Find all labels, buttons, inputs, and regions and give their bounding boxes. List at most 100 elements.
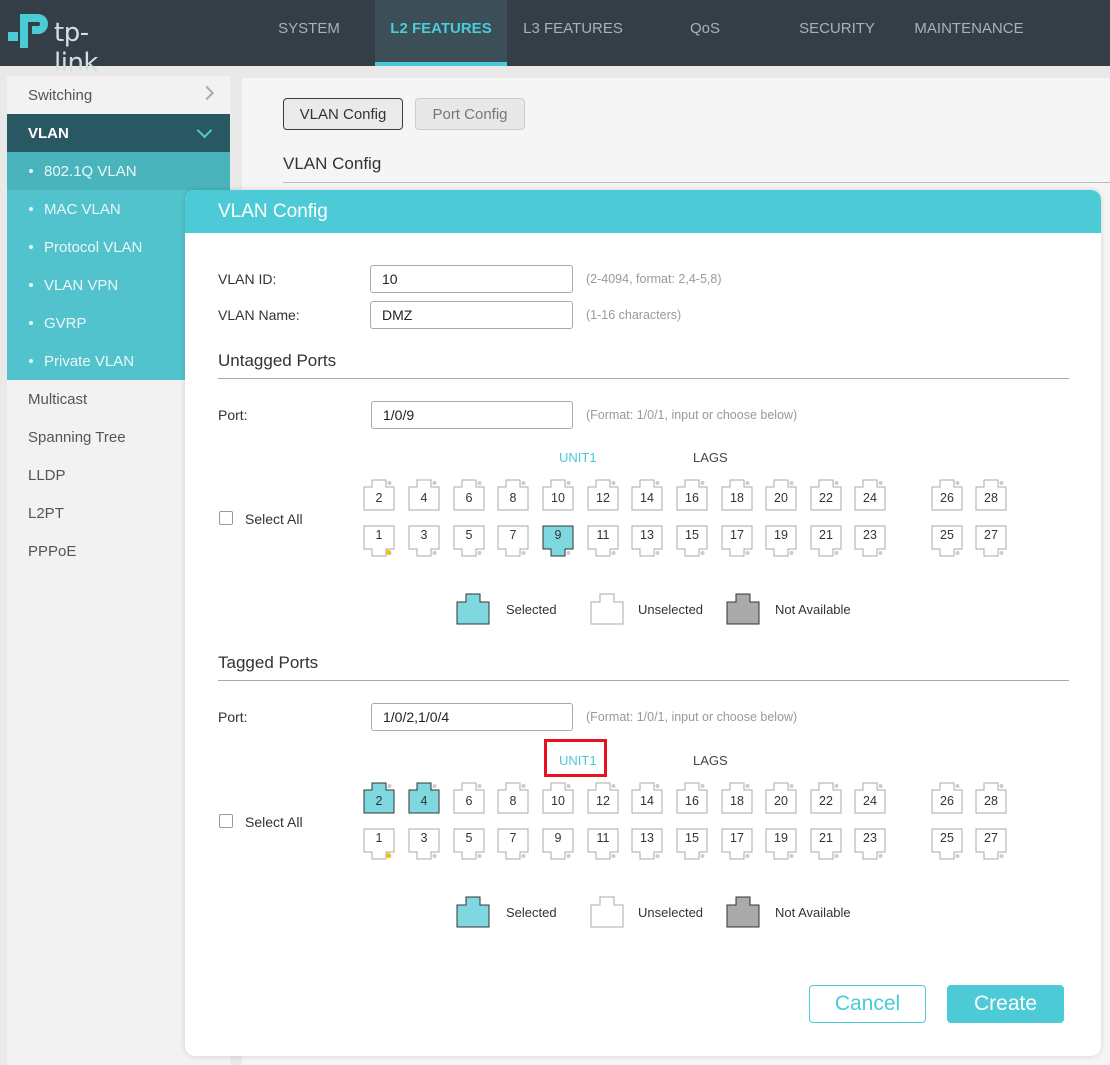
port-selected-icon [456,896,490,928]
port-21[interactable]: 21 [810,828,842,860]
port-13[interactable]: 13 [631,525,663,557]
logo-text: tp-link [54,18,98,78]
port-2[interactable]: 2 [363,782,395,814]
tagged-select-all-checkbox[interactable] [219,814,233,828]
port-19[interactable]: 19 [765,525,797,557]
sidebar-item-label: 802.1Q VLAN [44,162,137,180]
port-number: 6 [465,794,473,808]
port-number: 15 [685,831,699,845]
vlan-id-hint: (2-4094, format: 2,4-5,8) [586,272,722,286]
port-9[interactable]: 9 [542,525,574,557]
nav-security[interactable]: SECURITY [771,0,903,66]
vlan-id-input[interactable]: 10 [370,265,573,293]
untagged-select-all-checkbox[interactable] [219,511,233,525]
port-14[interactable]: 14 [631,782,663,814]
port-11[interactable]: 11 [587,828,619,860]
port-19[interactable]: 19 [765,828,797,860]
untagged-port-label: Port: [218,407,248,423]
unit1-label: UNIT1 [559,450,597,465]
port-10[interactable]: 10 [542,782,574,814]
port-number: 13 [640,528,654,542]
nav-l2-features[interactable]: L2 FEATURES [375,0,507,66]
port-15[interactable]: 15 [676,828,708,860]
port-23[interactable]: 23 [854,828,886,860]
sidebar-item-vlan[interactable]: VLAN [7,114,230,152]
port-number: 20 [774,491,788,505]
port-number: 24 [863,794,877,808]
port-12[interactable]: 12 [587,479,619,511]
top-bar: tp-link SYSTEM L2 FEATURES L3 FEATURES Q… [0,0,1110,78]
port-number: 18 [730,794,744,808]
port-20[interactable]: 20 [765,782,797,814]
port-7[interactable]: 7 [497,525,529,557]
port-25[interactable]: 25 [931,828,963,860]
tp-link-logo[interactable]: tp-link [6,10,126,78]
port-1[interactable]: 1 [363,828,395,860]
port-5[interactable]: 5 [453,828,485,860]
nav-qos[interactable]: QoS [639,0,771,66]
sidebar-item-switching[interactable]: Switching [7,76,230,114]
port-3[interactable]: 3 [408,828,440,860]
lags-label: LAGS [693,753,728,768]
port-5[interactable]: 5 [453,525,485,557]
port-20[interactable]: 20 [765,479,797,511]
port-6[interactable]: 6 [453,782,485,814]
port-9[interactable]: 9 [542,828,574,860]
port-28[interactable]: 28 [975,782,1007,814]
port-12[interactable]: 12 [587,782,619,814]
nav-l3-features[interactable]: L3 FEATURES [507,0,639,66]
vlan-name-input[interactable]: DMZ [370,301,573,329]
port-8[interactable]: 8 [497,479,529,511]
port-18[interactable]: 18 [721,479,753,511]
port-25[interactable]: 25 [931,525,963,557]
port-2[interactable]: 2 [363,479,395,511]
port-11[interactable]: 11 [587,525,619,557]
port-10[interactable]: 10 [542,479,574,511]
port-18[interactable]: 18 [721,782,753,814]
port-26[interactable]: 26 [931,782,963,814]
port-1[interactable]: 1 [363,525,395,557]
tab-port-config[interactable]: Port Config [415,98,525,130]
nav-system[interactable]: SYSTEM [243,0,375,66]
sidebar-item-8021q-vlan[interactable]: 802.1Q VLAN [7,152,230,190]
port-16[interactable]: 16 [676,782,708,814]
port-23[interactable]: 23 [854,525,886,557]
port-15[interactable]: 15 [676,525,708,557]
tagged-port-input[interactable]: 1/0/2,1/0/4 [371,703,573,731]
cancel-button[interactable]: Cancel [809,985,926,1023]
port-7[interactable]: 7 [497,828,529,860]
port-17[interactable]: 17 [721,525,753,557]
create-button[interactable]: Create [947,985,1064,1023]
chevron-right-icon [199,85,215,101]
port-26[interactable]: 26 [931,479,963,511]
port-6[interactable]: 6 [453,479,485,511]
port-3[interactable]: 3 [408,525,440,557]
port-4[interactable]: 4 [408,782,440,814]
tab-vlan-config[interactable]: VLAN Config [283,98,403,130]
divider [218,680,1069,681]
nav-maintenance[interactable]: MAINTENANCE [903,0,1035,66]
port-28[interactable]: 28 [975,479,1007,511]
port-27[interactable]: 27 [975,828,1007,860]
legend-unselected-label: Unselected [638,601,704,617]
vlan-name-label: VLAN Name: [218,307,300,323]
port-22[interactable]: 22 [810,782,842,814]
port-24[interactable]: 24 [854,782,886,814]
port-21[interactable]: 21 [810,525,842,557]
port-22[interactable]: 22 [810,479,842,511]
port-27[interactable]: 27 [975,525,1007,557]
sidebar-item-label: MAC VLAN [44,200,121,218]
port-16[interactable]: 16 [676,479,708,511]
port-14[interactable]: 14 [631,479,663,511]
tp-link-logo-icon [8,14,48,48]
port-24[interactable]: 24 [854,479,886,511]
port-17[interactable]: 17 [721,828,753,860]
tagged-port-hint: (Format: 1/0/1, input or choose below) [586,710,798,724]
tagged-ports-title: Tagged Ports [218,653,319,672]
port-number: 5 [465,528,473,542]
untagged-port-input[interactable]: 1/0/9 [371,401,573,429]
port-13[interactable]: 13 [631,828,663,860]
port-4[interactable]: 4 [408,479,440,511]
link-led-icon [386,853,391,858]
port-8[interactable]: 8 [497,782,529,814]
